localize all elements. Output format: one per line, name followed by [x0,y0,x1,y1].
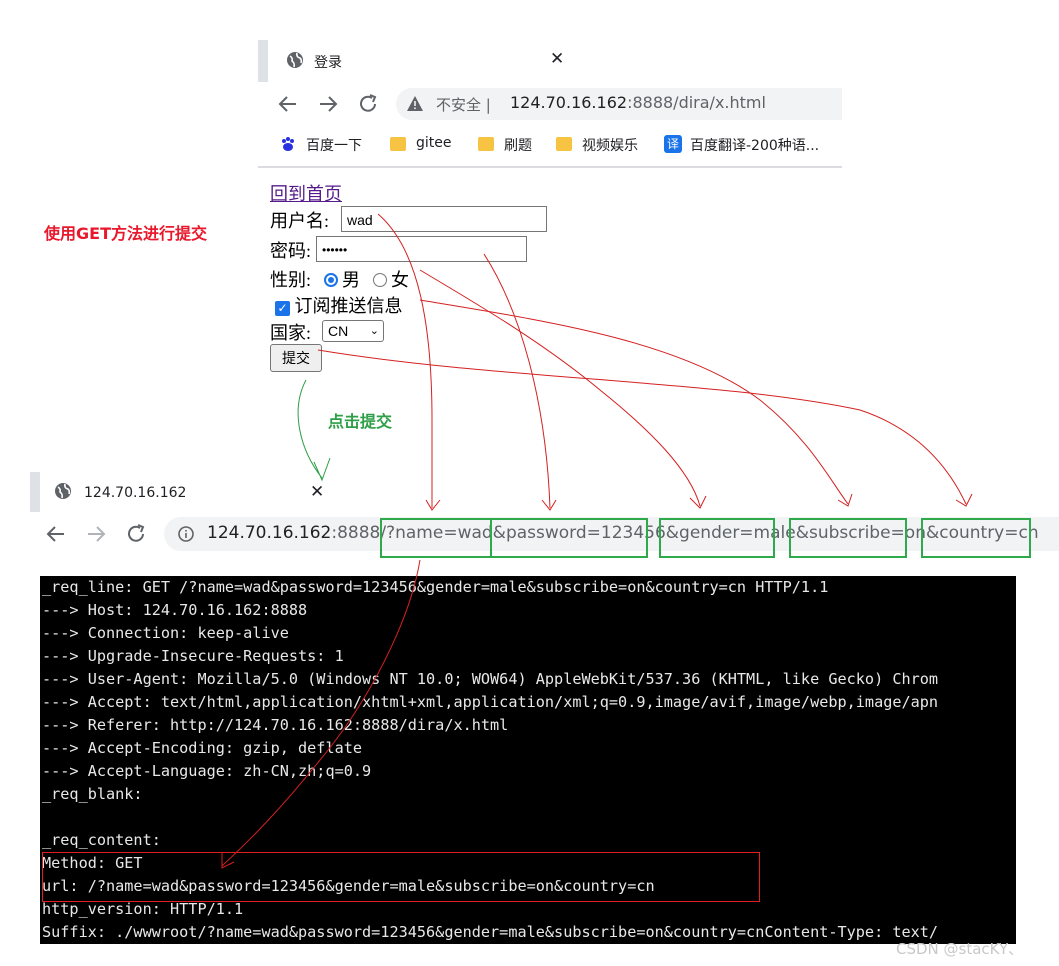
username-row: 用户名: [270,207,329,233]
globe-icon [55,483,71,499]
back-arrow-icon[interactable] [44,522,68,546]
terminal-line: ---> Accept-Language: zh-CN,zh;q=0.9 [42,762,372,780]
back-arrow-icon[interactable] [276,92,300,116]
gender-female-radio[interactable] [372,273,387,287]
browser-toolbar: 不安全 | 124.70.16.162:8888/dira/x.html [258,82,842,126]
browser-window-login: 登录 ✕ 不安全 | 124.70.16.162:8888/dira/x.htm… [258,38,842,170]
tab-strip-edge [258,40,268,82]
terminal-line: ---> Connection: keep-alive [42,624,289,642]
terminal-line: ---> Host: 124.70.16.162:8888 [42,601,308,619]
arrow-click-submit [297,379,331,482]
submit-button[interactable]: 提交 [270,344,322,372]
home-link[interactable]: 回到首页 [270,184,342,204]
country-row: 国家: [270,319,311,345]
highlight-subscribe-param [789,518,907,558]
gender-male-label: 男 [342,270,361,290]
terminal-line: ---> Upgrade-Insecure-Requests: 1 [42,647,344,665]
tab-strip-edge [30,472,40,512]
password-input[interactable]: •••••• [316,236,527,262]
subscribe-checkbox[interactable]: ✓ [275,301,290,316]
tab-result[interactable]: 124.70.16.162 ✕ [40,472,340,512]
highlight-country-param [921,518,1031,558]
bookmark-label: 刷题 [504,138,532,154]
username-input[interactable]: wad [341,206,547,232]
terminal-line: _req_line: GET /?name=wad&password=12345… [42,578,829,596]
baidu-paw-icon [282,137,294,151]
folder-icon [556,137,572,151]
tab-strip: 登录 ✕ [258,38,842,82]
gender-female-label: 女 [391,270,410,290]
folder-icon [478,137,494,151]
security-label: 不安全 | [436,96,491,114]
reload-icon[interactable] [124,522,148,546]
password-label: 密码: [270,241,312,261]
tab-login[interactable]: 登录 ✕ [268,40,568,82]
country-select-value: CN [328,323,349,339]
forward-arrow-icon[interactable] [84,522,108,546]
address-bar[interactable]: 不安全 | 124.70.16.162:8888/dira/x.html [396,88,842,120]
username-label: 用户名: [270,211,330,231]
click-submit-annotation: 点击提交 [328,412,393,431]
bookmarks-bar: 百度一下 gitee 刷题 视频娱乐 译 百度翻译-200种语... [258,126,842,168]
home-link-row: 回到首页 [270,180,342,206]
bookmark-label: 百度一下 [306,138,362,154]
translate-icon: 译 [664,135,682,153]
highlight-gender-param [659,518,775,558]
reload-icon[interactable] [356,92,380,116]
country-select[interactable]: CN ⌄ [322,320,384,342]
tab-title: 124.70.16.162 [84,485,187,501]
highlight-password-param [490,518,648,558]
bookmark-label: 视频娱乐 [582,138,638,154]
terminal-line: ---> Referer: http://124.70.16.162:8888/… [42,716,509,734]
country-label: 国家: [270,323,312,343]
highlight-url-log [42,852,760,902]
url-host: 124.70.16.162 [510,93,628,112]
globe-icon [287,52,303,68]
highlight-name-param [380,518,492,558]
tab-close-icon[interactable]: ✕ [550,49,564,69]
warning-icon[interactable] [406,95,424,113]
gender-male-radio[interactable] [323,273,338,287]
gender-label: 性别: [270,270,312,290]
tab-title: 登录 [314,55,342,71]
terminal-line: _req_content: [42,831,161,849]
watermark: CSDN @stacKY、 [896,940,1024,958]
forward-arrow-icon[interactable] [316,92,340,116]
folder-icon [390,137,406,151]
info-icon[interactable] [178,526,194,542]
bookmark-label: gitee [416,135,452,151]
chevron-down-icon: ⌄ [369,325,379,337]
gender-row: 性别: 男 女 [270,266,409,292]
terminal-line: _req_blank: [42,785,143,803]
terminal-line: ---> Accept: text/html,application/xhtml… [42,693,939,711]
get-method-annotation: 使用GET方法进行提交 [44,224,207,243]
subscribe-label: 订阅推送信息 [294,296,403,316]
subscribe-row: ✓ 订阅推送信息 [275,292,403,318]
terminal-line: Suffix: ./wwwroot/?name=wad&password=123… [42,923,939,941]
url-path: :8888/dira/x.html [627,93,766,112]
bookmark-label: 百度翻译-200种语... [690,138,820,154]
url-text: 124.70.16.162:8888/dira/x.html [510,93,766,112]
tab-close-icon[interactable]: ✕ [310,482,324,502]
terminal-line: ---> Accept-Encoding: gzip, deflate [42,739,363,757]
password-row: 密码: [270,237,311,263]
terminal-line: ---> User-Agent: Mozilla/5.0 (Windows NT… [42,670,939,688]
url-host: 124.70.16.162 [207,523,332,543]
